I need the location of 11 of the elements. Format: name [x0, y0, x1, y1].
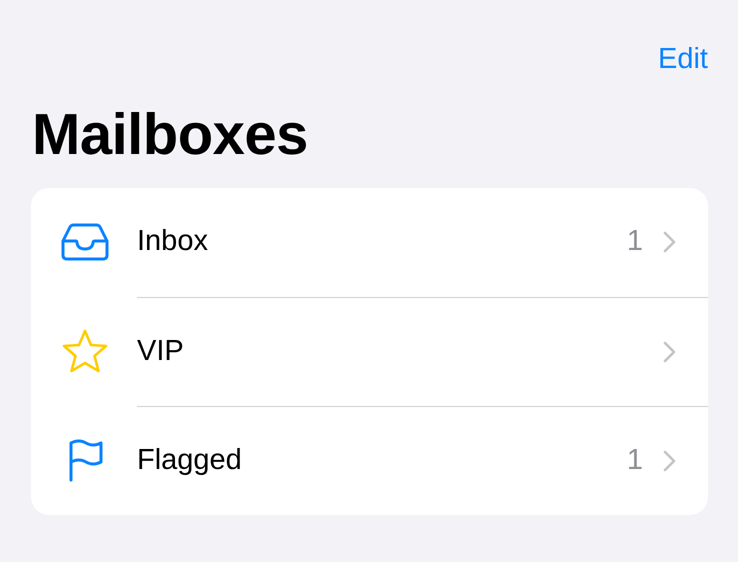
mailbox-label[interactable]: VIP — [137, 330, 663, 374]
mailbox-label[interactable]: Inbox — [137, 220, 627, 264]
unread-count: 1 — [626, 442, 643, 478]
tray-icon — [60, 222, 110, 262]
chevron-icon — [663, 231, 676, 254]
page-title: Mailboxes — [32, 101, 309, 169]
chevron-icon — [663, 340, 676, 363]
mailbox-label[interactable]: Flagged — [137, 438, 627, 482]
star-icon — [61, 328, 109, 374]
unread-count: 1 — [626, 224, 643, 260]
chevron-icon — [663, 450, 676, 472]
